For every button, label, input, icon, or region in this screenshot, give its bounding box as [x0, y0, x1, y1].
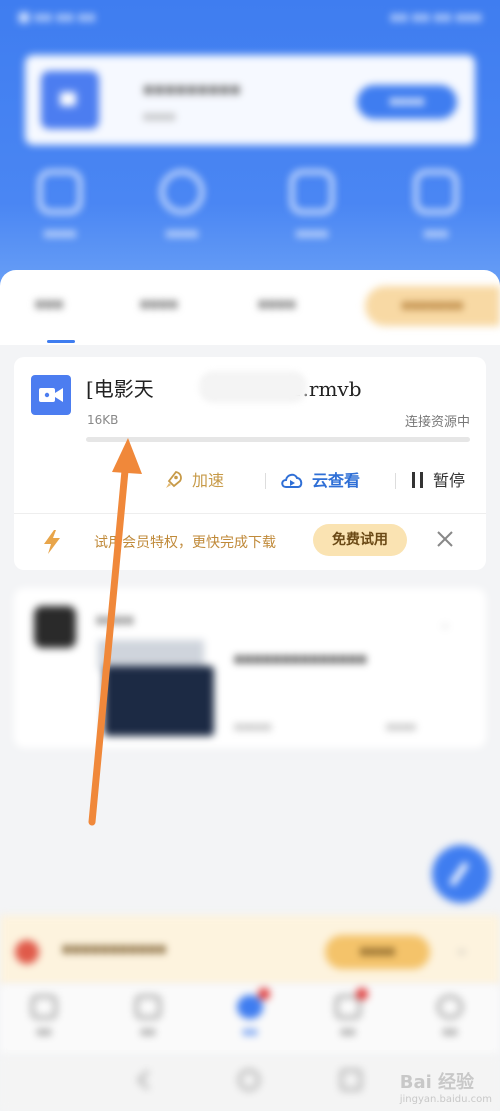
- download-actions: 加速 云查看 暂停: [14, 459, 486, 499]
- video-app-icon: [41, 71, 99, 129]
- lightning-icon: [42, 530, 62, 558]
- status-left: ■ ▪▪ ▪▪ ▪▪: [18, 10, 96, 25]
- feed-title: ▪▪▪▪▪▪▪▪▪▪▪▪▪▪: [234, 651, 367, 667]
- nav-item-home[interactable]: ▪▪: [14, 995, 74, 1038]
- promo-button[interactable]: ▪▪▪▪: [357, 85, 457, 119]
- quick-action-2[interactable]: ▪▪▪▪: [132, 170, 232, 240]
- bottom-promo-text: ▪▪▪▪▪▪▪▪▪▪▪: [62, 941, 167, 957]
- file-name-start: [电影天: [86, 377, 154, 401]
- star-icon: [290, 170, 334, 214]
- status-right: ▪▪ ▪▪ ▪▪ ▪▪▪: [390, 10, 482, 25]
- free-trial-button[interactable]: 免费试用: [313, 524, 407, 556]
- close-icon[interactable]: [432, 526, 458, 552]
- avatar: [34, 606, 76, 648]
- nav-item-label: ▪▪: [242, 1025, 258, 1038]
- nav-item-profile[interactable]: ▪▪: [420, 995, 480, 1038]
- cloud-view-label: 云查看: [312, 471, 361, 490]
- home-icon: [31, 995, 57, 1019]
- nav-item-download[interactable]: ▪▪: [220, 988, 280, 1038]
- file-size: 16KB: [87, 413, 119, 427]
- nav-item-messages[interactable]: ▪▪: [318, 988, 378, 1038]
- watermark: Bai 经验 jingyan.baidu.com: [400, 1068, 492, 1105]
- download-progress-bar: [86, 437, 470, 442]
- bottom-promo-button[interactable]: ▪▪▪▪: [325, 935, 430, 969]
- bottom-promo-bar: ▪▪▪▪▪▪▪▪▪▪▪ ▪▪▪▪ ⌄: [0, 915, 500, 985]
- tab-completed[interactable]: ▪▪▪▪: [140, 296, 178, 312]
- tab-downloading[interactable]: ▪▪▪: [35, 296, 63, 312]
- pause-button[interactable]: 暂停: [411, 467, 465, 493]
- watermark-sub: jingyan.baidu.com: [399, 1094, 492, 1105]
- rocket-icon: [164, 470, 184, 494]
- home-button-icon[interactable]: [238, 1069, 260, 1091]
- promo-subtitle: ▪▪▪▪: [143, 109, 176, 123]
- promo-card[interactable]: ▪▪▪▪▪▪▪▪▪ ▪▪▪▪ ▪▪▪▪: [25, 55, 475, 145]
- nav-item-discover[interactable]: ▪▪: [118, 995, 178, 1038]
- watermark-brand: Bai 经验: [399, 1072, 475, 1093]
- redaction-smudge: [199, 371, 307, 403]
- quick-action-label: ▪▪▪: [423, 226, 449, 240]
- edit-fab-button[interactable]: [432, 845, 490, 903]
- vip-trial-banner: 试用会员特权，更快完成下载 免费试用: [14, 514, 486, 570]
- message-icon: [335, 988, 368, 1019]
- quick-action-1[interactable]: ▪▪▪▪: [10, 170, 110, 240]
- pause-icon: [411, 471, 425, 493]
- feed-meta-right: ▪▪▪▪: [386, 720, 416, 733]
- tab-indicator: [47, 340, 75, 343]
- speed-up-label: 加速: [192, 471, 225, 490]
- bottom-nav: ▪▪ ▪▪ ▪▪ ▪▪ ▪▪: [0, 985, 500, 1055]
- download-card: [电影天 cd1.rmvb 16KB 连接资源中 加速 云查看 暂停 试用会员特…: [14, 357, 486, 570]
- vip-trial-text: 试用会员特权，更快完成下载: [94, 535, 276, 551]
- video-file-icon: [31, 375, 71, 415]
- trash-icon: [414, 170, 458, 214]
- nav-item-label: ▪▪: [442, 1025, 458, 1038]
- profile-icon: [437, 995, 463, 1019]
- clock-icon: [160, 170, 204, 214]
- chevron-down-icon[interactable]: ⌄: [439, 616, 451, 632]
- pause-label: 暂停: [433, 471, 466, 490]
- feed-thumbnail: [104, 666, 214, 736]
- quick-action-label: ▪▪▪▪: [43, 226, 77, 240]
- nav-item-label: ▪▪: [36, 1025, 52, 1038]
- download-status: 连接资源中: [404, 415, 470, 430]
- vip-tab-button[interactable]: ▪▪▪▪▪▪▪: [365, 286, 500, 326]
- discover-icon: [135, 995, 161, 1019]
- divider: [395, 473, 396, 489]
- back-icon[interactable]: [137, 1070, 157, 1090]
- feed-meta-left: ▪▪▪▪▪: [234, 720, 272, 733]
- promo-gift-icon: [15, 940, 39, 964]
- speed-up-button[interactable]: 加速: [164, 467, 224, 494]
- quick-action-label: ▪▪▪▪: [165, 226, 199, 240]
- box-icon: [38, 170, 82, 214]
- download-icon: [237, 988, 270, 1019]
- notification-badge: [356, 988, 368, 1000]
- quick-action-3[interactable]: ▪▪▪▪: [262, 170, 362, 240]
- nav-item-label: ▪▪: [340, 1025, 356, 1038]
- quick-actions: ▪▪▪▪ ▪▪▪▪ ▪▪▪▪ ▪▪▪: [0, 170, 500, 260]
- recents-icon[interactable]: [340, 1069, 362, 1091]
- promo-title: ▪▪▪▪▪▪▪▪▪: [143, 79, 241, 98]
- quick-action-label: ▪▪▪▪: [295, 226, 329, 240]
- feed-author: ▪▪▪▪: [96, 612, 134, 628]
- tab-bar: ▪▪▪ ▪▪▪▪ ▪▪▪▪ ▪▪▪▪▪▪▪: [0, 270, 500, 345]
- cloud-play-icon: [280, 470, 304, 494]
- divider: [265, 473, 266, 489]
- nav-item-label: ▪▪: [140, 1025, 156, 1038]
- cloud-view-button[interactable]: 云查看: [280, 467, 360, 494]
- feed-card[interactable]: ▪▪▪▪ ⌄ ▪▪▪▪▪▪▪▪▪▪▪▪▪▪ ▪▪▪▪▪ ▪▪▪▪: [14, 588, 486, 748]
- quick-action-4[interactable]: ▪▪▪: [386, 170, 486, 240]
- chevron-down-icon[interactable]: ⌄: [455, 939, 468, 958]
- status-bar: ■ ▪▪ ▪▪ ▪▪ ▪▪ ▪▪ ▪▪ ▪▪▪: [18, 8, 482, 30]
- notification-badge: [258, 988, 270, 1000]
- tab-cloud[interactable]: ▪▪▪▪: [258, 296, 296, 312]
